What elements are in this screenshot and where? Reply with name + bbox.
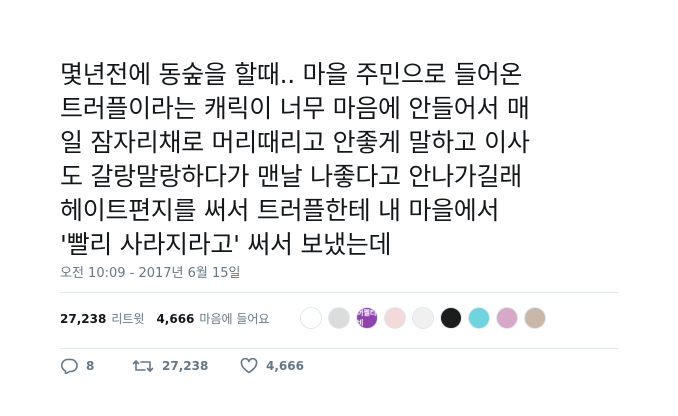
avatar-9[interactable] bbox=[524, 307, 546, 329]
avatar-8[interactable] bbox=[496, 307, 518, 329]
avatar-2[interactable] bbox=[328, 307, 350, 329]
tweet-actions: 8 27,238 4,666 bbox=[60, 358, 304, 374]
reply-count: 8 bbox=[86, 359, 95, 373]
like-stat-count: 4,666 bbox=[156, 311, 195, 326]
tweet-text: 몇년전에 동숲을 할때.. 마을 주민으로 들어온 트러플이라는 캐릭이 너무 … bbox=[60, 58, 660, 262]
reply-icon bbox=[60, 358, 78, 374]
avatar-4[interactable] bbox=[384, 307, 406, 329]
avatar-3[interactable]: 어쩔티비 bbox=[356, 307, 378, 329]
divider bbox=[60, 348, 618, 349]
tweet-line: 트러플이라는 캐릭이 너무 마음에 안들어서 매 bbox=[60, 94, 530, 123]
retweet-button[interactable]: 27,238 bbox=[132, 358, 240, 374]
tweet-line: 몇년전에 동숲을 할때.. 마을 주민으로 들어온 bbox=[60, 60, 523, 89]
like-count: 4,666 bbox=[266, 359, 304, 373]
like-stat-label: 마음에 들어요 bbox=[199, 312, 270, 326]
like-stat[interactable]: 4,666 마음에 들어요 bbox=[156, 310, 269, 327]
retweet-stat-count: 27,238 bbox=[60, 311, 107, 326]
reply-button[interactable]: 8 bbox=[60, 358, 132, 374]
avatar-7[interactable] bbox=[468, 307, 490, 329]
tweet-stats: 27,238 리트윗 4,666 마음에 들어요 bbox=[60, 310, 281, 327]
retweet-icon bbox=[132, 358, 154, 374]
tweet-line: 일 잠자리채로 머리때리고 안좋게 말하고 이사 bbox=[60, 128, 530, 157]
retweet-stat-label: 리트윗 bbox=[111, 312, 145, 326]
tweet-timestamp[interactable]: 오전 10:09 - 2017년 6월 15일 bbox=[60, 262, 241, 281]
avatar-6[interactable] bbox=[440, 307, 462, 329]
retweet-stat[interactable]: 27,238 리트윗 bbox=[60, 310, 144, 327]
tweet-line: '빨리 사라지라고' 써서 보냈는데 bbox=[60, 230, 392, 259]
avatar-1[interactable] bbox=[300, 307, 322, 329]
heart-icon bbox=[240, 358, 258, 374]
divider bbox=[60, 292, 618, 293]
liker-avatars: 어쩔티비 bbox=[300, 307, 552, 329]
tweet-line: 도 갈랑말랑하다가 맨날 나좋다고 안나가길래 bbox=[60, 162, 522, 191]
like-button[interactable]: 4,666 bbox=[240, 358, 304, 374]
avatar-5[interactable] bbox=[412, 307, 434, 329]
retweet-count: 27,238 bbox=[162, 359, 209, 373]
tweet-line: 헤이트편지를 써서 트러플한테 내 마을에서 bbox=[60, 196, 500, 225]
